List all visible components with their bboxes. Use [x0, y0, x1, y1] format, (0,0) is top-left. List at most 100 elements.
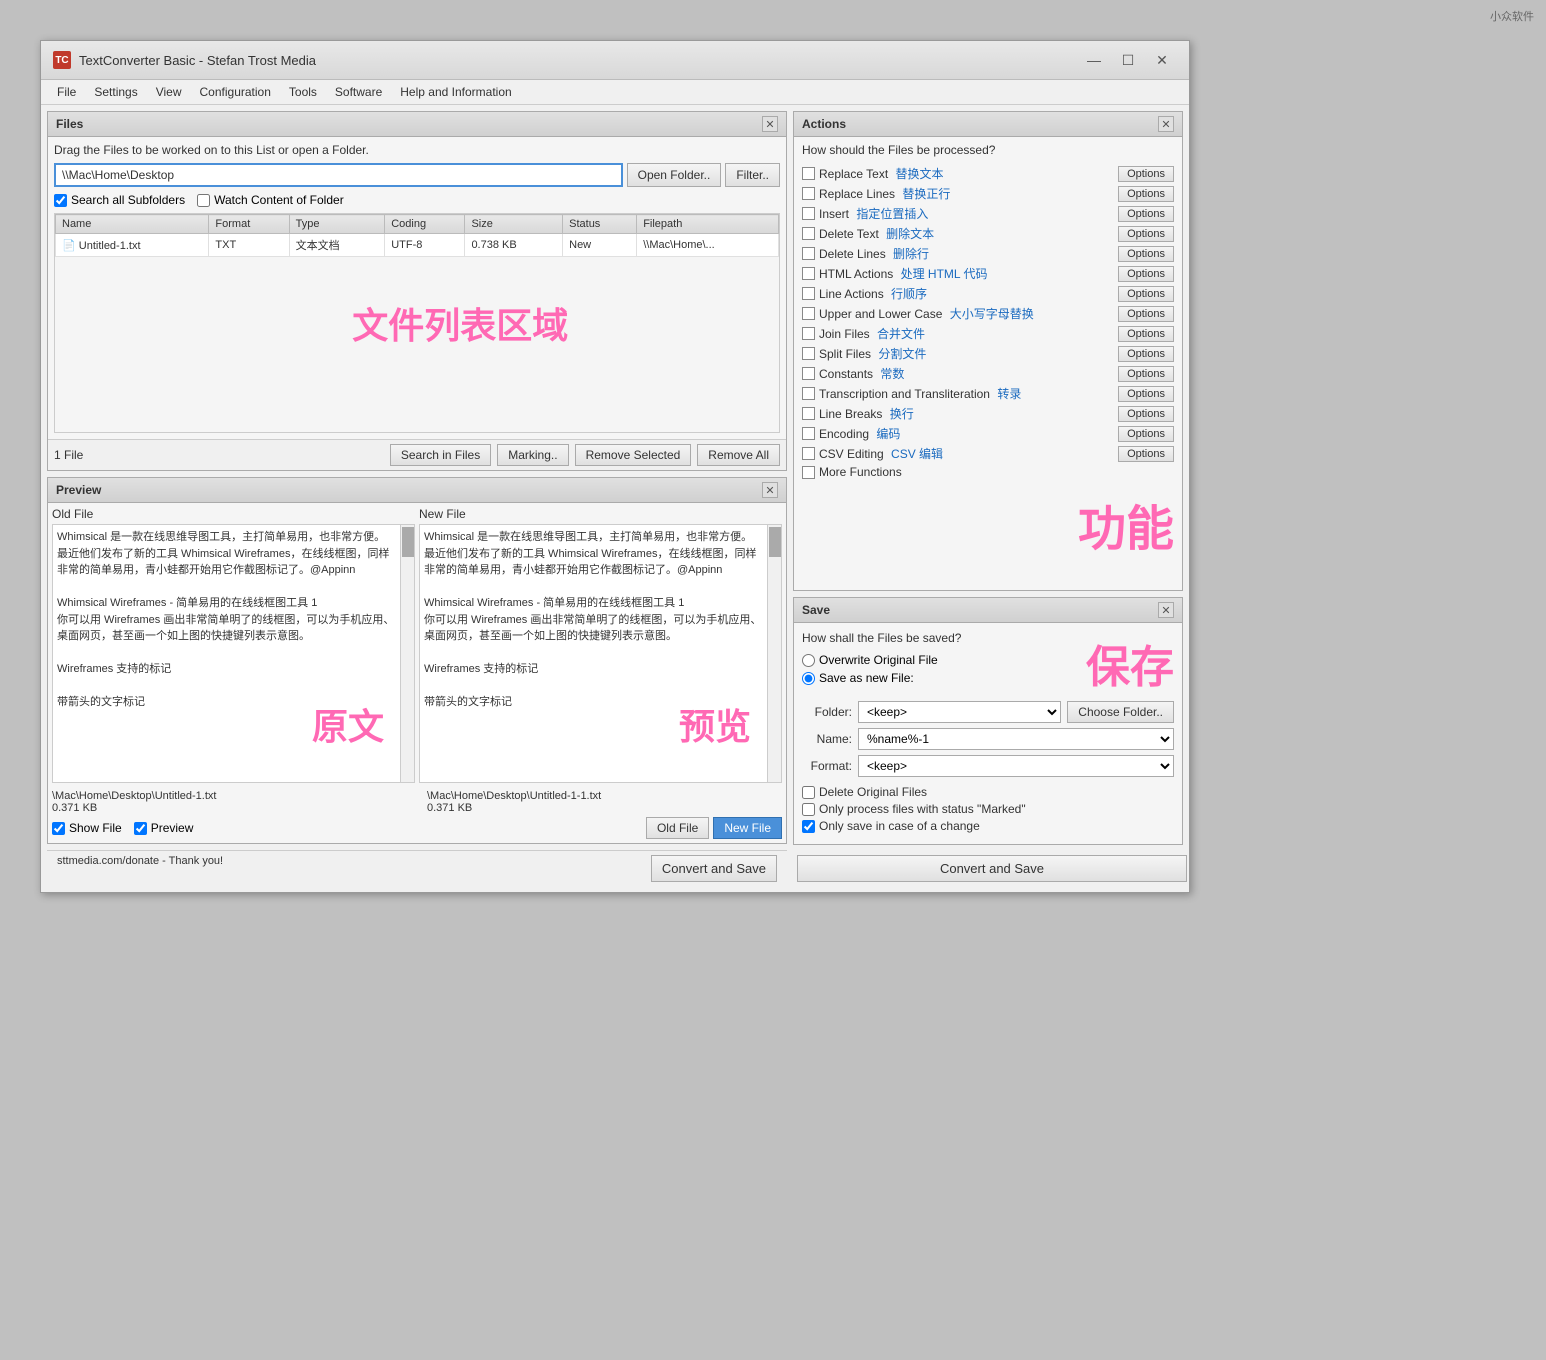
- action-replace-lines-options[interactable]: Options: [1118, 186, 1174, 202]
- only-change-label[interactable]: Only save in case of a change: [802, 819, 1174, 833]
- app-icon: TC: [53, 51, 71, 69]
- action-upper-lower-checkbox[interactable]: [802, 307, 815, 320]
- action-join-files-checkbox[interactable]: [802, 327, 815, 340]
- action-replace-text-options[interactable]: Options: [1118, 166, 1174, 182]
- preview-panel-close[interactable]: ✕: [762, 482, 778, 498]
- save-new-radio-label[interactable]: Save as new File:: [802, 671, 961, 685]
- menu-settings[interactable]: Settings: [86, 82, 145, 102]
- remove-all-button[interactable]: Remove All: [697, 444, 780, 466]
- only-marked-checkbox[interactable]: [802, 803, 815, 816]
- action-transcription-options[interactable]: Options: [1118, 386, 1174, 402]
- open-folder-button[interactable]: Open Folder..: [627, 163, 722, 187]
- action-replace-lines-label: Replace Lines 替换正行: [819, 185, 1114, 202]
- actions-panel-close[interactable]: ✕: [1158, 116, 1174, 132]
- close-button[interactable]: ✕: [1147, 49, 1177, 71]
- action-delete-lines: Delete Lines 删除行 Options: [802, 245, 1174, 262]
- old-file-button[interactable]: Old File: [646, 817, 709, 839]
- menu-view[interactable]: View: [148, 82, 190, 102]
- action-insert-options[interactable]: Options: [1118, 206, 1174, 222]
- menu-software[interactable]: Software: [327, 82, 390, 102]
- preview-panel-title: Preview: [56, 483, 101, 497]
- action-split-files-checkbox[interactable]: [802, 347, 815, 360]
- only-marked-label[interactable]: Only process files with status "Marked": [802, 802, 1174, 816]
- menu-configuration[interactable]: Configuration: [192, 82, 279, 102]
- action-constants-checkbox[interactable]: [802, 367, 815, 380]
- convert-save-right-button[interactable]: Convert and Save: [797, 855, 1187, 882]
- action-line-breaks-options[interactable]: Options: [1118, 406, 1174, 422]
- filter-button[interactable]: Filter..: [725, 163, 780, 187]
- action-delete-text-options[interactable]: Options: [1118, 226, 1174, 242]
- watch-content-label[interactable]: Watch Content of Folder: [197, 193, 344, 207]
- save-panel-title: Save: [802, 603, 830, 617]
- new-file-scrollbar[interactable]: [767, 525, 781, 782]
- action-join-files-options[interactable]: Options: [1118, 326, 1174, 342]
- action-encoding-checkbox[interactable]: [802, 427, 815, 440]
- only-change-checkbox[interactable]: [802, 820, 815, 833]
- actions-panel: Actions ✕ How should the Files be proces…: [793, 111, 1183, 591]
- new-file-button[interactable]: New File: [713, 817, 782, 839]
- folder-select[interactable]: <keep>: [858, 701, 1061, 723]
- preview-checkbox[interactable]: [134, 822, 147, 835]
- save-panel-header: Save ✕: [794, 598, 1182, 623]
- action-insert-checkbox[interactable]: [802, 207, 815, 220]
- action-delete-lines-checkbox[interactable]: [802, 247, 815, 260]
- menu-file[interactable]: File: [49, 82, 84, 102]
- only-change-text: Only save in case of a change: [819, 819, 980, 833]
- action-delete-text-checkbox[interactable]: [802, 227, 815, 240]
- show-file-label[interactable]: Show File: [52, 821, 122, 835]
- preview-label[interactable]: Preview: [134, 821, 194, 835]
- action-replace-text: Replace Text 替换文本 Options: [802, 165, 1174, 182]
- action-html-actions: HTML Actions 处理 HTML 代码 Options: [802, 265, 1174, 282]
- convert-save-button[interactable]: Convert and Save: [651, 855, 777, 882]
- action-csv-checkbox[interactable]: [802, 447, 815, 460]
- action-replace-text-checkbox[interactable]: [802, 167, 815, 180]
- show-file-checkbox[interactable]: [52, 822, 65, 835]
- action-line-actions-options[interactable]: Options: [1118, 286, 1174, 302]
- folder-row: Open Folder.. Filter..: [54, 163, 780, 187]
- overwrite-radio[interactable]: [802, 654, 815, 667]
- maximize-button[interactable]: ☐: [1113, 49, 1143, 71]
- format-select[interactable]: <keep>: [858, 755, 1174, 777]
- save-hint: How shall the Files be saved?: [802, 631, 961, 645]
- choose-folder-button[interactable]: Choose Folder..: [1067, 701, 1174, 723]
- table-row[interactable]: 📄 Untitled-1.txt TXT 文本文档 UTF-8 0.738 KB…: [56, 234, 779, 257]
- watch-content-checkbox[interactable]: [197, 194, 210, 207]
- action-split-files-options[interactable]: Options: [1118, 346, 1174, 362]
- action-more-checkbox[interactable]: [802, 466, 815, 479]
- save-checkboxes: Delete Original Files Only process files…: [802, 785, 1174, 833]
- delete-original-checkbox[interactable]: [802, 786, 815, 799]
- preview-footer-paths: \Mac\Home\Desktop\Untitled-1.txt 0.371 K…: [52, 790, 782, 814]
- action-replace-text-label: Replace Text 替换文本: [819, 165, 1114, 182]
- name-select[interactable]: %name%-1: [858, 728, 1174, 750]
- delete-original-label[interactable]: Delete Original Files: [802, 785, 1174, 799]
- action-html-checkbox[interactable]: [802, 267, 815, 280]
- new-file-path: \Mac\Home\Desktop\Untitled-1-1.txt: [427, 790, 782, 802]
- action-encoding-options[interactable]: Options: [1118, 426, 1174, 442]
- menu-help[interactable]: Help and Information: [392, 82, 519, 102]
- save-panel-close[interactable]: ✕: [1158, 602, 1174, 618]
- menu-tools[interactable]: Tools: [281, 82, 325, 102]
- action-upper-lower-options[interactable]: Options: [1118, 306, 1174, 322]
- search-subfolders-label[interactable]: Search all Subfolders: [54, 193, 185, 207]
- save-new-radio[interactable]: [802, 672, 815, 685]
- action-constants-label: Constants 常数: [819, 365, 1114, 382]
- search-in-files-button[interactable]: Search in Files: [390, 444, 491, 466]
- search-subfolders-checkbox[interactable]: [54, 194, 67, 207]
- remove-selected-button[interactable]: Remove Selected: [575, 444, 692, 466]
- action-constants-options[interactable]: Options: [1118, 366, 1174, 382]
- action-delete-lines-options[interactable]: Options: [1118, 246, 1174, 262]
- save-form: Folder: <keep> Choose Folder.. Name: %na…: [802, 701, 1174, 777]
- action-html-options[interactable]: Options: [1118, 266, 1174, 282]
- action-line-breaks-label: Line Breaks 换行: [819, 405, 1114, 422]
- action-line-actions-checkbox[interactable]: [802, 287, 815, 300]
- folder-input[interactable]: [54, 163, 623, 187]
- minimize-button[interactable]: —: [1079, 49, 1109, 71]
- files-panel-close[interactable]: ✕: [762, 116, 778, 132]
- overwrite-radio-label[interactable]: Overwrite Original File: [802, 653, 961, 667]
- action-line-breaks-checkbox[interactable]: [802, 407, 815, 420]
- action-transcription-checkbox[interactable]: [802, 387, 815, 400]
- action-csv-options[interactable]: Options: [1118, 446, 1174, 462]
- marking-button[interactable]: Marking..: [497, 444, 568, 466]
- action-replace-lines-checkbox[interactable]: [802, 187, 815, 200]
- old-file-scrollbar[interactable]: [400, 525, 414, 782]
